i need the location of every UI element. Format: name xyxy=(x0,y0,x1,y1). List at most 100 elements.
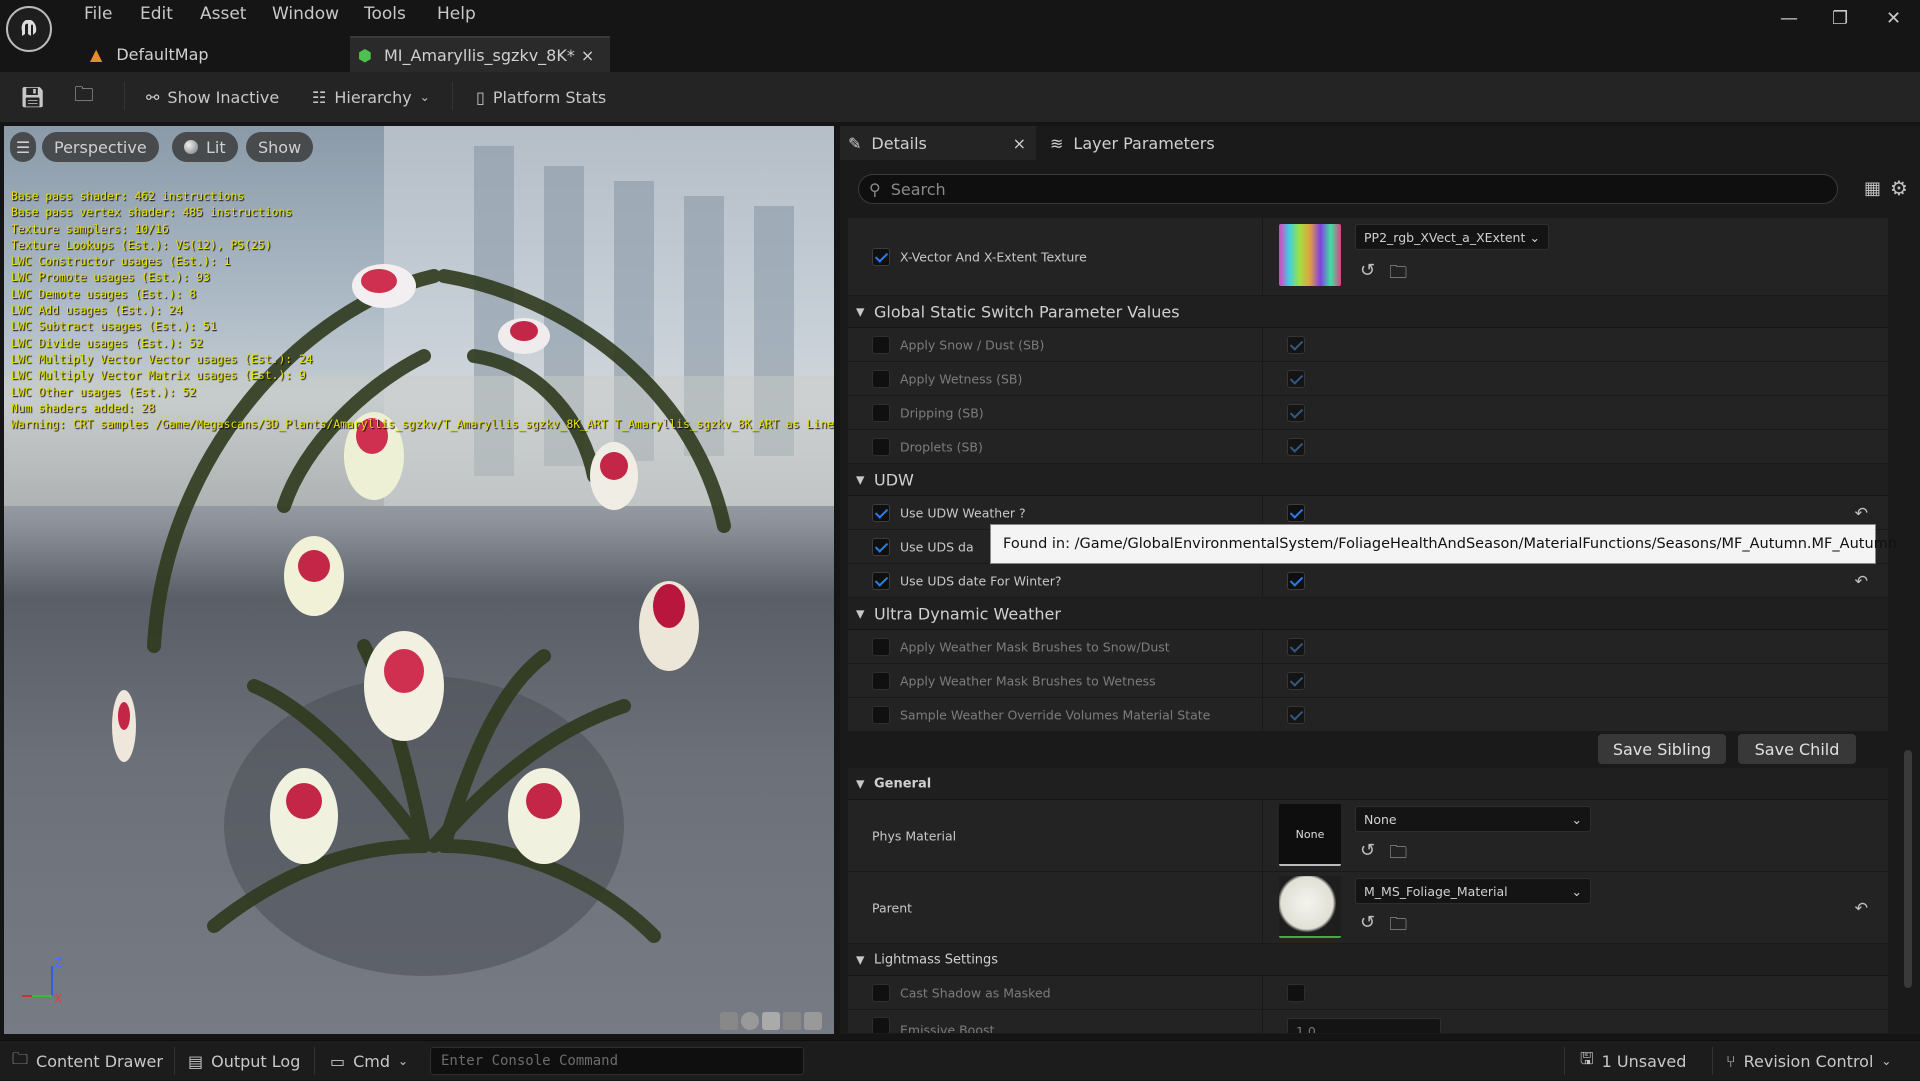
divider xyxy=(1564,1047,1565,1075)
menu-tools[interactable]: Tools xyxy=(364,4,406,24)
divider xyxy=(1262,800,1263,871)
cast-shadow-value-checkbox[interactable] xyxy=(1287,983,1305,1002)
reset-to-default-icon[interactable]: ↶ xyxy=(1855,503,1868,522)
sample-override-checkbox[interactable] xyxy=(872,705,890,724)
sample-override-value-checkbox[interactable] xyxy=(1287,705,1305,724)
perspective-button[interactable]: Perspective xyxy=(42,132,159,162)
texture-thumbnail[interactable] xyxy=(1279,224,1341,286)
category-udw[interactable]: ▼ UDW xyxy=(848,464,1888,496)
reset-to-default-icon[interactable]: ↶ xyxy=(1855,571,1868,590)
revision-control-button[interactable]: ⑂ Revision Control ⌄ xyxy=(1726,1041,1891,1081)
menu-help[interactable]: Help xyxy=(437,4,476,24)
droplets-value-checkbox[interactable] xyxy=(1287,437,1305,456)
use-udw-value-checkbox[interactable] xyxy=(1287,503,1305,522)
platform-stats-button[interactable]: ▯ Platform Stats xyxy=(476,72,606,122)
mask-snow-value-checkbox[interactable] xyxy=(1287,637,1305,656)
search-icon: ⚲ xyxy=(869,179,881,199)
cube-icon[interactable] xyxy=(783,1012,801,1030)
use-uds-winter-override-checkbox[interactable] xyxy=(872,571,890,590)
close-details-icon[interactable]: × xyxy=(1013,134,1026,153)
param-row-apply-snow: Apply Snow / Dust (SB) xyxy=(848,328,1888,362)
tab-material-instance[interactable]: ⬢ MI_Amaryllis_sgzkv_8K* × xyxy=(350,36,610,72)
browse-asset-icon[interactable]: 🗀 xyxy=(1389,260,1407,290)
viewport-menu-button[interactable]: ☰ xyxy=(10,132,36,162)
table-view-icon[interactable]: ▦ xyxy=(1864,178,1881,199)
menu-asset[interactable]: Asset xyxy=(200,4,246,24)
category-ultra-dynamic-weather[interactable]: ▼ Ultra Dynamic Weather xyxy=(848,598,1888,630)
phys-material-dropdown[interactable]: None ⌄ xyxy=(1355,806,1591,832)
apply-snow-value-checkbox[interactable] xyxy=(1287,335,1305,354)
apply-wetness-override-checkbox[interactable] xyxy=(872,369,890,388)
menu-file[interactable]: File xyxy=(84,4,112,24)
cmd-dropdown[interactable]: ▭ Cmd ⌄ xyxy=(330,1041,408,1081)
phys-material-value: None xyxy=(1364,811,1397,827)
cylinder-icon[interactable] xyxy=(720,1012,738,1030)
browse-asset-icon[interactable]: 🗀 xyxy=(1389,840,1407,870)
cast-shadow-override-checkbox[interactable] xyxy=(872,983,890,1002)
reset-to-default-icon[interactable]: ↶ xyxy=(1855,898,1868,917)
emissive-boost-override-checkbox[interactable] xyxy=(872,1017,890,1033)
close-window-button[interactable]: ✕ xyxy=(1886,8,1901,29)
save-sibling-button[interactable]: Save Sibling xyxy=(1598,734,1726,764)
console-command-input[interactable]: Enter Console Command xyxy=(430,1047,804,1075)
use-selected-icon[interactable]: ↺ xyxy=(1360,260,1375,290)
minimize-button[interactable]: — xyxy=(1780,8,1798,29)
material-preview-viewport[interactable]: ☰ Perspective Lit Show Base pass shader:… xyxy=(4,126,834,1034)
dripping-value-checkbox[interactable] xyxy=(1287,403,1305,422)
parent-material-dropdown[interactable]: M_MS_Foliage_Material ⌄ xyxy=(1355,878,1591,904)
parent-material-thumbnail[interactable] xyxy=(1279,876,1341,938)
plane-icon[interactable] xyxy=(762,1012,780,1030)
browse-asset-icon[interactable]: 🗀 xyxy=(1389,912,1407,942)
param-row-mask-snow: Apply Weather Mask Brushes to Snow/Dust xyxy=(848,630,1888,664)
save-child-button[interactable]: Save Child xyxy=(1738,734,1856,764)
output-log-button[interactable]: ▤ Output Log xyxy=(188,1041,300,1081)
mask-snow-override-checkbox[interactable] xyxy=(872,637,890,656)
lit-button[interactable]: Lit xyxy=(172,132,238,162)
search-input[interactable]: ⚲ Search xyxy=(858,174,1838,204)
sphere-icon xyxy=(184,140,198,154)
phys-material-thumbnail[interactable]: None xyxy=(1279,804,1341,866)
menu-edit[interactable]: Edit xyxy=(140,4,173,24)
texture-dropdown[interactable]: PP2_rgb_XVect_a_XExtent ⌄ xyxy=(1355,224,1549,250)
use-uds-date-override-checkbox[interactable] xyxy=(872,537,890,556)
param-row-mask-wetness: Apply Weather Mask Brushes to Wetness xyxy=(848,664,1888,698)
use-uds-winter-value-checkbox[interactable] xyxy=(1287,571,1305,590)
emissive-boost-input[interactable]: 1.0 xyxy=(1287,1018,1441,1033)
hierarchy-button[interactable]: ☷ Hierarchy ⌄ xyxy=(312,72,430,122)
expand-triangle-icon: ▼ xyxy=(856,473,865,486)
content-drawer-button[interactable]: 🗀 Content Drawer xyxy=(12,1041,163,1081)
browse-button[interactable]: 🗀 xyxy=(74,72,94,122)
show-button[interactable]: Show xyxy=(246,132,314,162)
param-row-emissive-boost: Emissive Boost 1.0 xyxy=(848,1010,1888,1034)
details-scrollbar[interactable] xyxy=(1904,750,1912,988)
use-selected-icon[interactable]: ↺ xyxy=(1360,912,1375,942)
teapot-icon[interactable] xyxy=(804,1012,822,1030)
expand-triangle-icon: ▼ xyxy=(856,953,865,966)
unsaved-label: 1 Unsaved xyxy=(1601,1051,1687,1071)
use-udw-override-checkbox[interactable] xyxy=(872,503,890,522)
tab-defaultmap[interactable]: ▲ DefaultMap xyxy=(80,36,342,72)
use-selected-icon[interactable]: ↺ xyxy=(1360,840,1375,870)
mask-wetness-override-checkbox[interactable] xyxy=(872,671,890,690)
tab-details[interactable]: ✎ Details × xyxy=(840,126,1036,160)
mask-wetness-value-checkbox[interactable] xyxy=(1287,671,1305,690)
restore-button[interactable]: ❐ xyxy=(1832,8,1848,29)
close-tab-icon[interactable]: × xyxy=(581,46,594,65)
gear-icon[interactable]: ⚙ xyxy=(1890,176,1908,200)
unsaved-button[interactable]: 🖫 1 Unsaved xyxy=(1580,1041,1686,1081)
dripping-override-checkbox[interactable] xyxy=(872,403,890,422)
tab-layer-parameters[interactable]: ≋ Layer Parameters xyxy=(1050,126,1215,160)
apply-snow-override-checkbox[interactable] xyxy=(872,335,890,354)
unreal-logo-icon[interactable] xyxy=(6,6,52,52)
sphere-preview-icon[interactable] xyxy=(741,1012,759,1030)
show-inactive-button[interactable]: ⚯ Show Inactive xyxy=(146,72,279,122)
param-row-use-uds-winter: Use UDS date For Winter? ↶ xyxy=(848,564,1888,598)
save-button[interactable]: 💾︎ xyxy=(20,72,45,122)
apply-wetness-value-checkbox[interactable] xyxy=(1287,369,1305,388)
menu-window[interactable]: Window xyxy=(272,4,339,24)
category-general[interactable]: ▼ General xyxy=(848,768,1888,800)
category-global-static-switch[interactable]: ▼ Global Static Switch Parameter Values xyxy=(848,296,1888,328)
droplets-override-checkbox[interactable] xyxy=(872,437,890,456)
xvector-checkbox[interactable] xyxy=(872,247,890,266)
category-lightmass-settings[interactable]: ▼ Lightmass Settings xyxy=(848,944,1888,976)
